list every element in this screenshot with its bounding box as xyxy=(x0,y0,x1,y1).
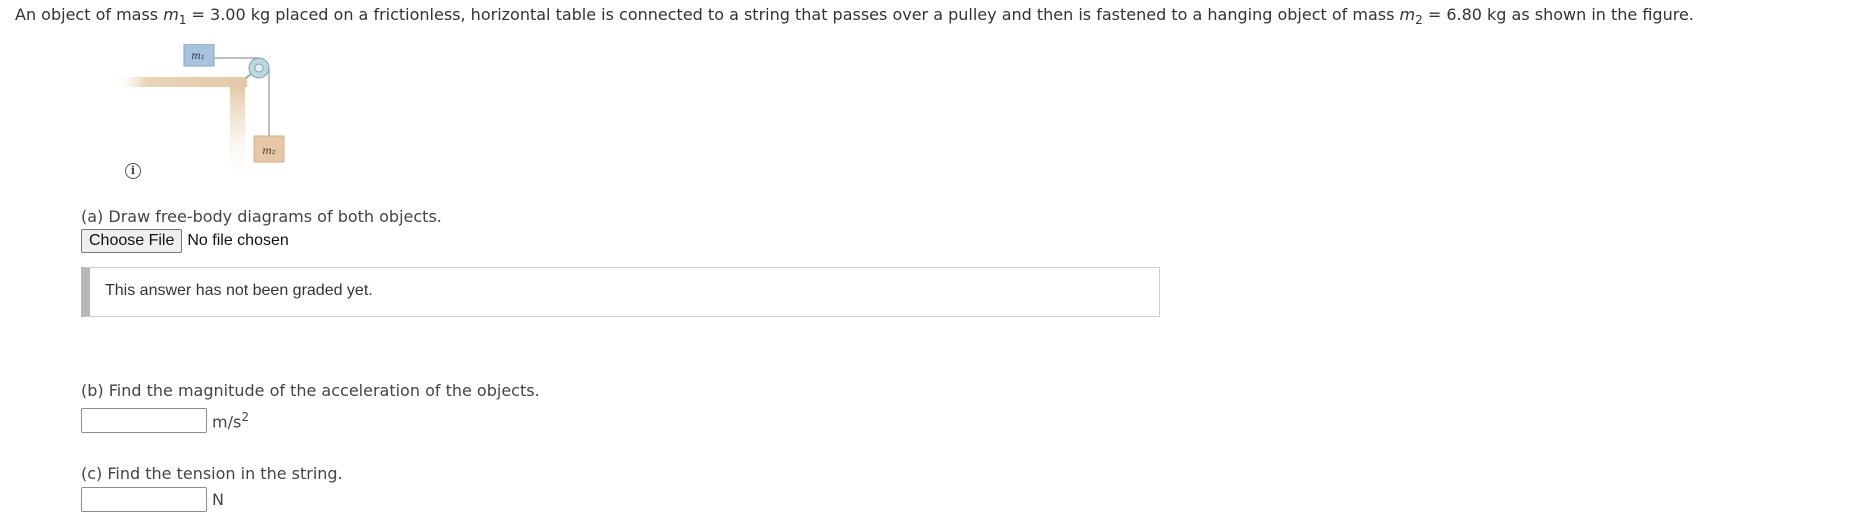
file-upload: Choose File No file chosen xyxy=(81,229,289,253)
problem-text-3: = 6.80 kg as shown in the figure. xyxy=(1422,5,1694,24)
problem-text-2: = 3.00 kg placed on a frictionless, hori… xyxy=(186,5,1400,24)
table-top xyxy=(112,77,247,87)
part-b-answer-row: m/s2 xyxy=(81,408,249,433)
m2-subscript: 2 xyxy=(1415,13,1423,27)
tension-unit: N xyxy=(212,490,224,509)
part-a-label: (a) Draw free-body diagrams of both obje… xyxy=(81,207,442,226)
block-m2-label: m₂ xyxy=(262,146,276,157)
info-icon[interactable]: i xyxy=(125,163,141,179)
choose-file-button[interactable]: Choose File xyxy=(81,229,183,253)
problem-statement: An object of mass m1 = 3.00 kg placed on… xyxy=(15,5,1694,27)
pulley xyxy=(248,57,270,79)
file-status: No file chosen xyxy=(187,232,289,249)
tension-input[interactable] xyxy=(81,487,207,512)
acceleration-unit: m/s2 xyxy=(212,409,249,432)
part-c-label: (c) Find the tension in the string. xyxy=(81,464,343,483)
part-b-label: (b) Find the magnitude of the accelerati… xyxy=(81,381,540,400)
m1-symbol: m xyxy=(163,5,179,24)
part-c-answer-row: N xyxy=(81,487,224,512)
problem-text-1: An object of mass xyxy=(15,5,164,24)
acceleration-input[interactable] xyxy=(81,408,207,433)
block-m1-label: m₁ xyxy=(191,51,205,62)
grading-status-text: This answer has not been graded yet. xyxy=(105,282,373,299)
pulley-figure: m₁ m₂ xyxy=(112,44,285,177)
grading-status-box: This answer has not been graded yet. xyxy=(81,267,1160,317)
table-leg xyxy=(230,87,245,177)
m2-symbol: m xyxy=(1399,5,1416,24)
